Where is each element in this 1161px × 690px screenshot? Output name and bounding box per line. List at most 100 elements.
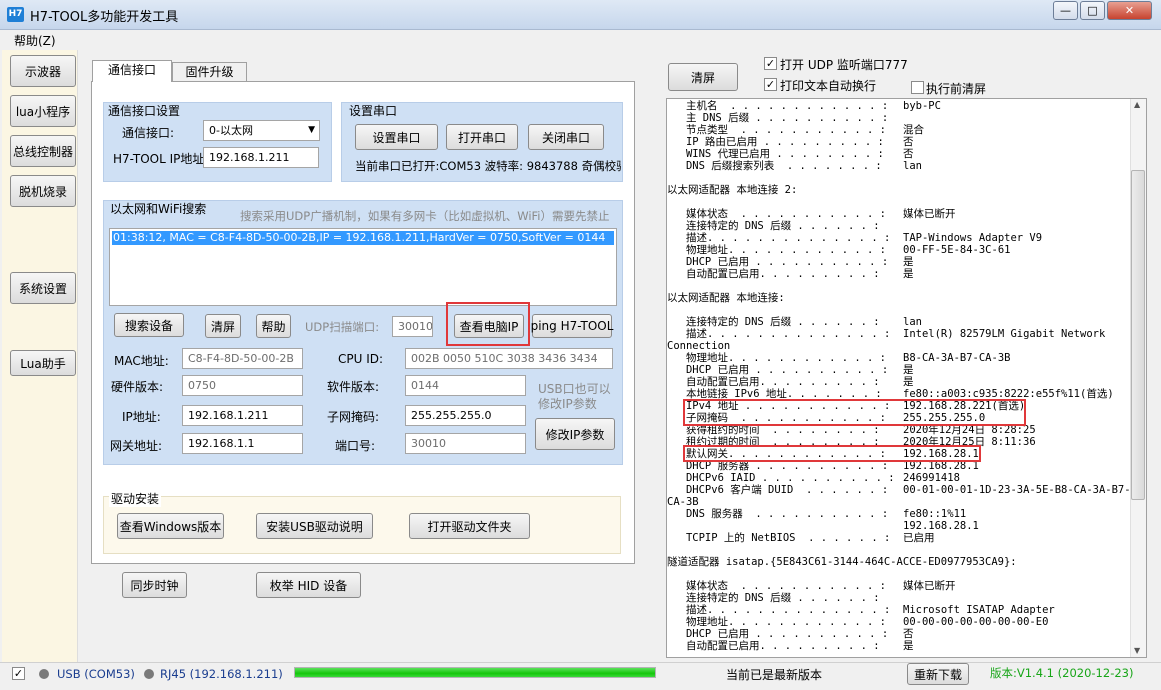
log-value: lan [903,160,922,172]
log-key: 以太网适配器 本地连接: [667,292,785,304]
tab-firmware[interactable]: 固件升级 [172,62,247,82]
log-key: 隧道适配器 isatap.{5E843C61-3144-464C-ACCE-ED… [667,556,1017,568]
device-list[interactable]: 01:38:12, MAC = C8-F4-8D-50-00-2B,IP = 1… [109,228,617,306]
log-value: 00-01-00-01-1D-23-3A-5E-B8-CA-3A-B7- [903,484,1131,496]
log-key: 节点类型 . . . . . . . . . . . : [667,124,887,136]
modify-ip-button[interactable]: 修改IP参数 [535,418,615,450]
port-input[interactable]: 30010 [405,433,526,454]
scroll-up-icon[interactable]: ▲ [1134,100,1140,109]
lua-program-button[interactable]: lua小程序 [10,95,76,127]
usb-status-icon [39,669,49,679]
log-key: 自动配置已启用. . . . . . . . . : [667,640,880,652]
rj45-status-text: RJ45 (192.168.1.211) [160,667,283,681]
gateway-input[interactable]: 192.168.1.1 [182,433,303,454]
output-textarea[interactable]: 主机名 . . . . . . . . . . . . : byb-PC 主 DN… [666,98,1147,658]
oscilloscope-button[interactable]: 示波器 [10,55,76,87]
udp-monitor-label: 打开 UDP 监听端口777 [780,58,908,72]
comm-settings-title: 通信接口设置 [108,104,181,118]
log-key: CA-3B [667,496,699,508]
usb-note: USB口也可以修改IP参数 [538,382,611,411]
title-bar: H7 H7-TOOL多功能开发工具 — □ ✕ [0,0,1161,30]
tool-ip-input[interactable]: 192.168.1.211 [203,147,319,168]
log-value: 246991418 [903,472,960,484]
search-device-button[interactable]: 搜索设备 [114,313,184,337]
tab-comm[interactable]: 通信接口 [92,60,172,82]
scrollbar-thumb[interactable] [1131,170,1145,500]
log-key: WINS 代理已启用 . . . . . . . . : [667,148,884,160]
log-key: 主机名 . . . . . . . . . . . . : [667,100,889,112]
lua-assistant-button[interactable]: Lua助手 [10,350,76,376]
ping-tool-button[interactable]: ping H7-TOOL [531,314,613,338]
log-value: 否 [903,136,914,148]
search-hint: 搜索采用UDP广播机制，如果有多网卡（比如虚拟机、WiFi）需要先禁止 [240,209,610,223]
maximize-button[interactable]: □ [1080,1,1105,20]
status-checkbox[interactable]: ✓ [12,667,25,680]
close-serial-button[interactable]: 关闭串口 [528,124,604,150]
sw-version-label: 软件版本: [327,380,380,394]
highlight-box-gateway [683,445,981,462]
log-key: 物理地址. . . . . . . . . . . . : [667,244,887,256]
tool-ip-label: H7-TOOL IP地址: [113,152,209,166]
help-button[interactable]: 帮助 [256,314,291,338]
log-key: DNS 服务器 . . . . . . . . . . : [667,508,889,520]
log-value: 混合 [903,124,924,136]
sync-clock-button[interactable]: 同步时钟 [122,572,187,598]
clear-before-checkbox[interactable] [911,81,924,94]
iface-select[interactable]: 0-以太网 ▼ [203,120,320,141]
log-key: 媒体状态 . . . . . . . . . . . : [667,208,887,220]
log-key: DNS 后缀搜索列表 . . . . . . . : [667,160,882,172]
offline-burn-button[interactable]: 脱机烧录 [10,175,76,207]
close-button[interactable]: ✕ [1107,1,1152,20]
mac-label: MAC地址: [114,354,169,368]
log-key: TCPIP 上的 NetBIOS . . . . . . : [667,532,891,544]
log-key: DHCP 已启用 . . . . . . . . . . : [667,364,889,376]
log-key: 物理地址. . . . . . . . . . . . : [667,352,887,364]
update-status-text: 当前已是最新版本 [726,668,823,682]
mac-input[interactable]: C8-F4-8D-50-00-2B [182,348,303,369]
log-value: 已启用 [903,532,935,544]
highlight-box-ipv4 [683,399,1026,426]
subnet-mask-input[interactable]: 255.255.255.0 [405,405,526,426]
udp-port-input[interactable]: 30010 [392,316,433,337]
usb-driver-guide-button[interactable]: 安装USB驱动说明 [256,513,373,539]
menu-bar: 帮助(Z) [0,30,1161,48]
clear-output-button[interactable]: 清屏 [668,63,738,91]
log-value: 是 [903,364,914,376]
minimize-button[interactable]: — [1053,1,1078,20]
log-value: 媒体已断开 [903,580,956,592]
highlight-box-view-ip [446,302,530,346]
log-value: 是 [903,640,914,652]
open-driver-folder-button[interactable]: 打开驱动文件夹 [409,513,530,539]
redownload-button[interactable]: 重新下载 [907,663,969,685]
log-key: 连接特定的 DNS 后缀 . . . . . . : [667,220,880,232]
log-value: TAP-Windows Adapter V9 [903,232,1043,244]
hw-version-input[interactable]: 0750 [182,375,303,396]
sw-version-input[interactable]: 0144 [405,375,526,396]
cpu-id-label: CPU ID: [338,352,384,366]
windows-version-button[interactable]: 查看Windows版本 [117,513,224,539]
port-label: 端口号: [335,439,376,453]
udp-monitor-checkbox[interactable]: ✓ [764,57,777,70]
scroll-down-icon[interactable]: ▼ [1134,646,1140,655]
log-key: IP 路由已启用 . . . . . . . . . : [667,136,884,148]
clear-list-button[interactable]: 清屏 [205,314,241,338]
ip-input[interactable]: 192.168.1.211 [182,405,303,426]
log-key: DHCP 已启用 . . . . . . . . . . : [667,256,889,268]
log-key: DHCPv6 IAID . . . . . . . . . . : [667,472,895,484]
enum-hid-button[interactable]: 枚举 HID 设备 [256,572,361,598]
list-item[interactable]: 01:38:12, MAC = C8-F4-8D-50-00-2B,IP = 1… [112,231,614,245]
log-key: DHCP 已启用 . . . . . . . . . . : [667,628,889,640]
bus-controller-button[interactable]: 总线控制器 [10,135,76,167]
system-settings-button[interactable]: 系统设置 [10,272,76,304]
progress-fill [295,668,655,677]
log-key: 主 DNS 后缀 . . . . . . . . . . : [667,112,889,124]
auto-wrap-label: 打印文本自动换行 [780,79,877,93]
serial-status-text: 当前串口已打开:COM53 波特率: 9843788 奇偶校验: [355,159,621,173]
auto-wrap-checkbox[interactable]: ✓ [764,78,777,91]
menu-help[interactable]: 帮助(Z) [14,32,56,49]
cpu-id-input[interactable]: 002B 0050 510C 3038 3436 3434 [405,348,613,369]
setup-serial-button[interactable]: 设置串口 [355,124,438,150]
clear-before-label: 执行前清屏 [926,82,987,96]
gateway-label: 网关地址: [110,439,163,453]
open-serial-button[interactable]: 打开串口 [446,124,518,150]
